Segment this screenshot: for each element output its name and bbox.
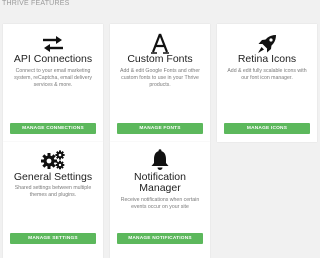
card-retina-icons: Retina Icons Add & edit fully scalable i… <box>217 24 317 142</box>
manage-connections-button[interactable]: MANAGE CONNECTIONS <box>10 123 96 134</box>
card-description: Connect to your email marketing system, … <box>14 68 92 89</box>
manage-notifications-button[interactable]: MANAGE NOTIFICATIONS <box>117 233 203 244</box>
card-description: Shared settings between multiple themes … <box>14 185 92 199</box>
card-general-settings: General Settings Shared settings between… <box>3 142 103 258</box>
manage-fonts-button[interactable]: MANAGE FONTS <box>117 123 203 134</box>
card-description: Add & edit fully scalable icons with our… <box>227 68 307 82</box>
card-description: Receive notifications when certain event… <box>120 197 200 211</box>
section-title: THRIVE FEATURES <box>2 0 70 7</box>
card-custom-fonts: Custom Fonts Add & edit Google Fonts and… <box>110 24 210 142</box>
card-title-line-2: Manager <box>139 182 181 194</box>
card-title: Retina Icons <box>237 53 297 65</box>
manage-icons-button[interactable]: MANAGE ICONS <box>224 123 310 134</box>
bell-icon <box>110 148 210 172</box>
card-title: API Connections <box>13 53 93 65</box>
card-title: Custom Fonts <box>127 53 193 65</box>
manage-settings-button[interactable]: MANAGE SETTINGS <box>10 233 96 244</box>
card-title: General Settings <box>13 171 93 183</box>
card-api-connections: API Connections Connect to your email ma… <box>3 24 103 142</box>
card-notification-manager: Notification Manager Receive notificatio… <box>110 142 210 258</box>
card-description: Add & edit Google Fonts and other custom… <box>120 68 200 89</box>
gears-icon <box>3 148 103 172</box>
